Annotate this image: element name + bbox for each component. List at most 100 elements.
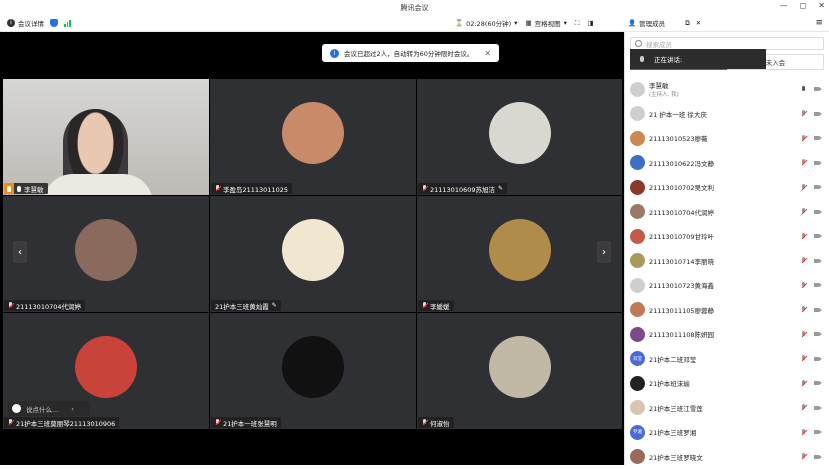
mic-muted-icon[interactable] xyxy=(801,282,806,289)
member-row[interactable]: 21113010523廖薇 xyxy=(625,126,829,151)
member-row[interactable]: 罗湘21护本三班罗湘 xyxy=(625,420,829,445)
member-row[interactable]: 李慧敏(主持人, 我) xyxy=(625,77,829,102)
camera-icon[interactable] xyxy=(814,356,822,362)
rename-icon[interactable]: ✎ xyxy=(272,302,277,309)
signal-icon[interactable] xyxy=(64,20,71,27)
mic-muted-icon[interactable] xyxy=(801,355,806,362)
camera-icon[interactable] xyxy=(814,209,822,215)
participant-video-tile[interactable]: 21护本一班张慧明 xyxy=(210,313,416,429)
camera-icon[interactable] xyxy=(814,258,822,264)
mic-icon[interactable] xyxy=(801,86,806,93)
close-notice-icon[interactable]: ✕ xyxy=(484,49,491,58)
restore-button[interactable]: ◻ xyxy=(800,1,807,10)
layout-button[interactable]: ▦ 宫格视图 ▾ xyxy=(525,18,566,28)
member-avatar xyxy=(630,131,645,146)
fullscreen-button[interactable]: ⛶ xyxy=(575,19,580,28)
member-row[interactable]: 21113010702吴文利 xyxy=(625,175,829,200)
rename-icon[interactable]: ✎ xyxy=(498,185,503,192)
mic-icon xyxy=(17,186,21,192)
participant-video-tile[interactable]: 李盈岛21113011025 xyxy=(210,79,416,195)
manage-members-button[interactable]: 👤 管理成员 xyxy=(628,18,665,28)
member-row[interactable]: 21113011105廖蓉静 xyxy=(625,298,829,323)
participant-video-tile[interactable]: 21113010704代润婷 xyxy=(3,196,209,312)
camera-icon[interactable] xyxy=(814,135,822,141)
mic-muted-icon[interactable] xyxy=(801,208,806,215)
member-row[interactable]: 21护本三班罗晓文 xyxy=(625,445,829,469)
participant-video-tile[interactable]: 21护本三班黄灿霞✎ xyxy=(210,196,416,312)
mic-muted-icon[interactable] xyxy=(801,453,806,460)
camera-icon[interactable] xyxy=(814,380,822,386)
mic-muted-icon xyxy=(8,419,13,426)
member-row[interactable]: 21113010723黄海鑫 xyxy=(625,273,829,298)
mic-muted-icon[interactable] xyxy=(801,331,806,338)
participant-video-tile[interactable]: 李媛媛 xyxy=(417,196,622,312)
member-row[interactable]: 21护本班沫瑜 xyxy=(625,371,829,396)
member-row[interactable]: 21113010704代润婷 xyxy=(625,200,829,225)
member-role: (主持人, 我) xyxy=(649,90,679,98)
participant-name: 21护本三班莫丽琴21113010906 xyxy=(16,418,115,428)
member-info: 21113011108陈妍园 xyxy=(649,329,714,339)
popout-icon[interactable]: ⧉ xyxy=(685,19,690,28)
member-info: 21113011105廖蓉静 xyxy=(649,305,714,315)
video-grid: 李慧敏李盈岛2111301102521113010609苏旭洁✎ 21113010… xyxy=(3,79,622,427)
manage-members-label: 管理成员 xyxy=(639,18,665,28)
mic-muted-icon[interactable] xyxy=(801,257,806,264)
member-row[interactable]: 21113010709甘玲叶 xyxy=(625,224,829,249)
prev-page-button[interactable]: ‹ xyxy=(13,241,27,263)
mic-muted-icon[interactable] xyxy=(801,404,806,411)
participant-video-tile[interactable]: 李慧敏 xyxy=(3,79,209,195)
host-icon xyxy=(4,183,14,194)
member-row[interactable]: 21113010622冯文静 xyxy=(625,151,829,176)
sidebar-toggle-button[interactable]: ◨ xyxy=(587,19,593,27)
camera-icon[interactable] xyxy=(814,233,822,239)
mic-muted-icon[interactable] xyxy=(801,184,806,191)
menu-icon[interactable]: ≡ xyxy=(815,18,823,28)
member-row[interactable]: 邓莹21护本二班邓莹 xyxy=(625,347,829,372)
person-icon: 👤 xyxy=(628,19,636,27)
emoji-icon[interactable] xyxy=(12,404,21,413)
participant-video-tile[interactable]: 何淑怡 xyxy=(417,313,622,429)
mic-muted-icon[interactable] xyxy=(801,159,806,166)
member-name: 21113010704代润婷 xyxy=(649,207,714,217)
mic-muted-icon[interactable] xyxy=(801,135,806,142)
close-panel-icon[interactable]: ✕ xyxy=(696,19,701,27)
chat-placeholder: 说点什么... xyxy=(26,404,58,414)
member-row[interactable]: 21113011108陈妍园 xyxy=(625,322,829,347)
member-avatar xyxy=(630,376,645,391)
shield-icon[interactable] xyxy=(50,19,58,27)
member-row[interactable]: 21 护本一班 徐大庆 xyxy=(625,102,829,127)
mic-muted-icon[interactable] xyxy=(801,429,806,436)
timer-display[interactable]: ⌛ 02:28(60分钟) ▾ xyxy=(455,18,517,28)
timer-label: 02:28(60分钟) xyxy=(466,18,511,28)
camera-icon[interactable] xyxy=(814,331,822,337)
collapse-chat-icon[interactable]: ‹ xyxy=(71,405,74,413)
member-name: 21护本三班罗湘 xyxy=(649,427,696,437)
camera-icon[interactable] xyxy=(814,86,822,92)
fullscreen-icon: ⛶ xyxy=(575,19,580,28)
chat-input[interactable]: 说点什么... ‹ xyxy=(8,401,90,416)
participant-avatar xyxy=(489,219,551,281)
camera-icon[interactable] xyxy=(814,111,822,117)
window-title: 腾讯会议 xyxy=(401,3,429,13)
next-page-button[interactable]: › xyxy=(597,241,611,263)
mic-muted-icon[interactable] xyxy=(801,380,806,387)
member-row[interactable]: 21护本三班江雪莲 xyxy=(625,396,829,421)
meeting-info-button[interactable]: i 会议详情 xyxy=(7,18,44,28)
participant-video-tile[interactable]: 21113010609苏旭洁✎ xyxy=(417,79,622,195)
camera-icon[interactable] xyxy=(814,282,822,288)
mic-muted-icon[interactable] xyxy=(801,110,806,117)
minimize-button[interactable]: — xyxy=(780,1,788,10)
camera-icon[interactable] xyxy=(814,454,822,460)
member-name: 21护本班沫瑜 xyxy=(649,378,690,388)
participant-name: 21护本三班黄灿霞 xyxy=(215,301,269,311)
camera-icon[interactable] xyxy=(814,405,822,411)
close-button[interactable]: ✕ xyxy=(818,1,825,10)
camera-icon[interactable] xyxy=(814,184,822,190)
member-row[interactable]: 21113010714李丽晓 xyxy=(625,249,829,274)
member-name: 李慧敏 xyxy=(649,80,679,90)
camera-icon[interactable] xyxy=(814,429,822,435)
mic-muted-icon[interactable] xyxy=(801,306,806,313)
mic-muted-icon[interactable] xyxy=(801,233,806,240)
camera-icon[interactable] xyxy=(814,307,822,313)
camera-icon[interactable] xyxy=(814,160,822,166)
